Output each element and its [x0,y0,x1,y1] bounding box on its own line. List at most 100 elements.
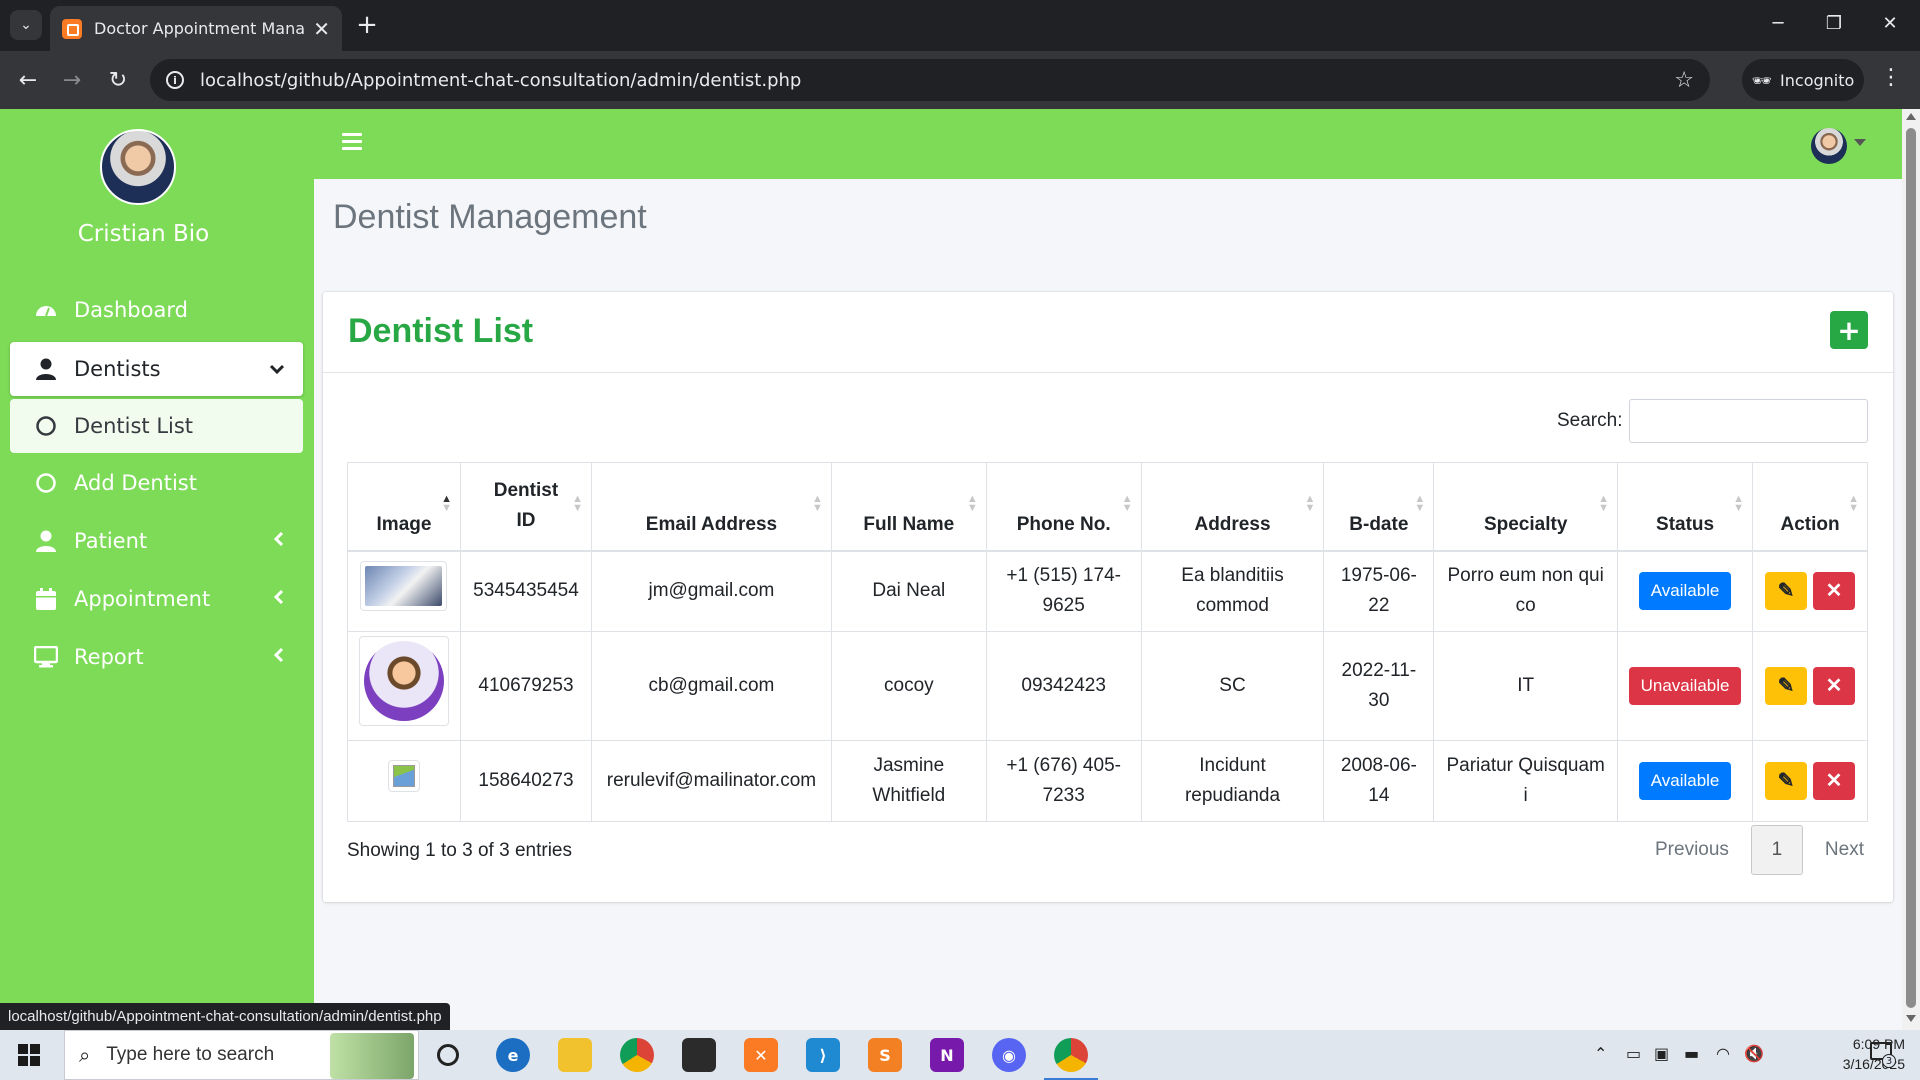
wifi-icon[interactable]: ◠ [1716,1044,1730,1063]
browser-tab[interactable]: Doctor Appointment Managem ✕ [50,6,342,51]
file-explorer-icon[interactable] [558,1038,592,1072]
pagination-previous[interactable]: Previous [1633,839,1751,861]
chrome-icon[interactable] [620,1038,654,1072]
window-close-icon[interactable]: ✕ [1870,8,1910,38]
dentist-specialty: Pariatur Quisquam i [1433,740,1619,822]
delete-button[interactable]: ✕ [1813,667,1856,705]
column-header-bdate[interactable]: B-date ▲ ▼ [1323,462,1435,551]
table-header-row: Image ▲ ▼ Dentist ID ▲ ▼ Email Address ▲ ▼ Ful… [347,462,1868,551]
search-input[interactable] [1629,399,1868,443]
sidebar-item-patient[interactable]: Patient [10,514,303,568]
sticky-notes-icon[interactable] [682,1038,716,1072]
back-icon[interactable]: ← [12,65,44,95]
url-text[interactable]: localhost/github/Appointment-chat-consul… [200,70,801,91]
reload-icon[interactable]: ↻ [102,65,134,95]
battery-icon[interactable]: ▬ [1684,1044,1699,1063]
site-info-icon[interactable]: i [166,71,184,89]
edge-icon[interactable]: e [496,1038,530,1072]
sidebar-item-appointment[interactable]: Appointment [10,572,303,626]
edit-button[interactable]: ✎ [1765,667,1808,705]
pagination-page-1[interactable]: 1 [1750,825,1803,875]
dentist-list-card: Dentist List + Search: Image ▲ ▼ Dentist I… [323,292,1893,902]
sidebar-item-dentist-list[interactable]: Dentist List [10,399,303,453]
onenote-icon[interactable]: N [930,1038,964,1072]
column-header-full-name[interactable]: Full Name ▲ ▼ [830,462,987,551]
dentist-name: Dai Neal [830,550,987,632]
cortana-icon[interactable] [437,1044,459,1066]
windows-start-icon[interactable] [18,1044,40,1066]
sidebar-item-report[interactable]: Report [10,630,303,684]
circle-icon [34,414,58,438]
card-header: Dentist List + [323,292,1893,373]
dentist-email: jm@gmail.com [590,550,832,632]
search-icon: ⌕ [79,1043,91,1067]
dentist-name: cocoy [830,631,987,741]
restore-icon[interactable]: ❐ [1814,8,1854,38]
sort-icon: ▲ ▼ [1304,493,1316,514]
status-badge[interactable]: Unavailable [1628,667,1742,705]
taskbar-search-placeholder: Type here to search [106,1044,275,1065]
edit-button[interactable]: ✎ [1765,572,1808,611]
column-header-dentist-id[interactable]: Dentist ID ▲ ▼ [459,462,592,551]
dentist-specialty: IT [1433,631,1619,741]
column-header-specialty[interactable]: Specialty ▲ ▼ [1433,462,1619,551]
chrome-incognito-icon[interactable] [1054,1038,1088,1072]
user-avatar [100,129,176,205]
close-icon: ✕ [1825,580,1843,603]
hamburger-menu-icon[interactable] [342,133,362,154]
edit-button[interactable]: ✎ [1765,762,1808,800]
xampp-icon[interactable]: ✕ [744,1038,778,1072]
scroll-up-icon[interactable] [1906,113,1916,120]
tab-search-button[interactable]: ⌄ [10,10,42,40]
sidebar-item-add-dentist[interactable]: Add Dentist [10,456,303,510]
column-header-status[interactable]: Status ▲ ▼ [1617,462,1754,551]
column-header-action[interactable]: Action ▲ ▼ [1752,462,1868,551]
chevron-down-icon [269,359,285,380]
sidebar-item-dentists[interactable]: Dentists [10,342,303,396]
add-dentist-button[interactable]: + [1830,311,1868,349]
column-header-phone[interactable]: Phone No. ▲ ▼ [985,462,1142,551]
column-header-image[interactable]: Image ▲ ▼ [347,462,461,551]
column-header-address[interactable]: Address ▲ ▼ [1140,462,1325,551]
tray-overflow-icon[interactable]: ⌃ [1594,1044,1607,1063]
dentist-address: Ea blanditiis commod [1140,550,1325,632]
bookmark-star-icon[interactable]: ☆ [1674,68,1694,93]
sublime-text-icon[interactable]: S [868,1038,902,1072]
taskbar-search-box[interactable]: ⌕ Type here to search [64,1030,419,1080]
sort-icon: ▲ ▼ [966,493,978,514]
new-tab-button[interactable]: + [352,10,382,40]
scroll-down-icon[interactable] [1906,1015,1916,1022]
delete-button[interactable]: ✕ [1813,572,1856,611]
dentist-photo [358,636,449,726]
delete-button[interactable]: ✕ [1813,762,1856,800]
caret-down-icon[interactable] [1854,139,1866,146]
xampp-favicon-icon [62,18,82,39]
vscode-icon[interactable]: ⟩ [806,1038,840,1072]
status-badge[interactable]: Available [1638,762,1732,800]
pagination-next[interactable]: Next [1803,839,1886,861]
dentist-id: 5345435454 [459,550,592,632]
minimize-icon[interactable]: ─ [1758,8,1798,38]
browser-toolbar: ← → ↻ i localhost/github/Appointment-cha… [0,51,1920,109]
incognito-indicator[interactable]: 🕶 Incognito [1742,59,1864,101]
tab-close-icon[interactable]: ✕ [313,17,330,41]
column-header-email[interactable]: Email Address ▲ ▼ [590,462,832,551]
status-badge[interactable]: Available [1638,572,1732,611]
scrollbar-thumb[interactable] [1906,128,1916,1008]
sidebar-item-label: Patient [74,529,148,553]
table-row: 410679253 cb@gmail.com cocoy 09342423 SC… [347,631,1868,741]
monitor-icon [34,645,58,669]
sidebar-item-dashboard[interactable]: Dashboard [10,283,303,337]
forward-icon[interactable]: → [56,65,88,95]
discord-icon[interactable]: ◉ [992,1038,1026,1072]
user-menu-avatar[interactable] [1811,128,1847,164]
speaker-muted-icon[interactable]: 🔇 [1744,1044,1764,1063]
meet-now-icon[interactable]: ▭ [1626,1044,1641,1063]
dentist-name: Jasmine Whitfield [830,740,987,822]
plus-icon: + [1837,313,1861,347]
browser-menu-icon[interactable]: ⋮ [1880,65,1902,90]
address-bar[interactable]: i localhost/github/Appointment-chat-cons… [150,59,1710,101]
display-icon[interactable]: ▣ [1654,1044,1669,1063]
top-navbar [314,109,1902,179]
incognito-label: Incognito [1780,70,1855,90]
